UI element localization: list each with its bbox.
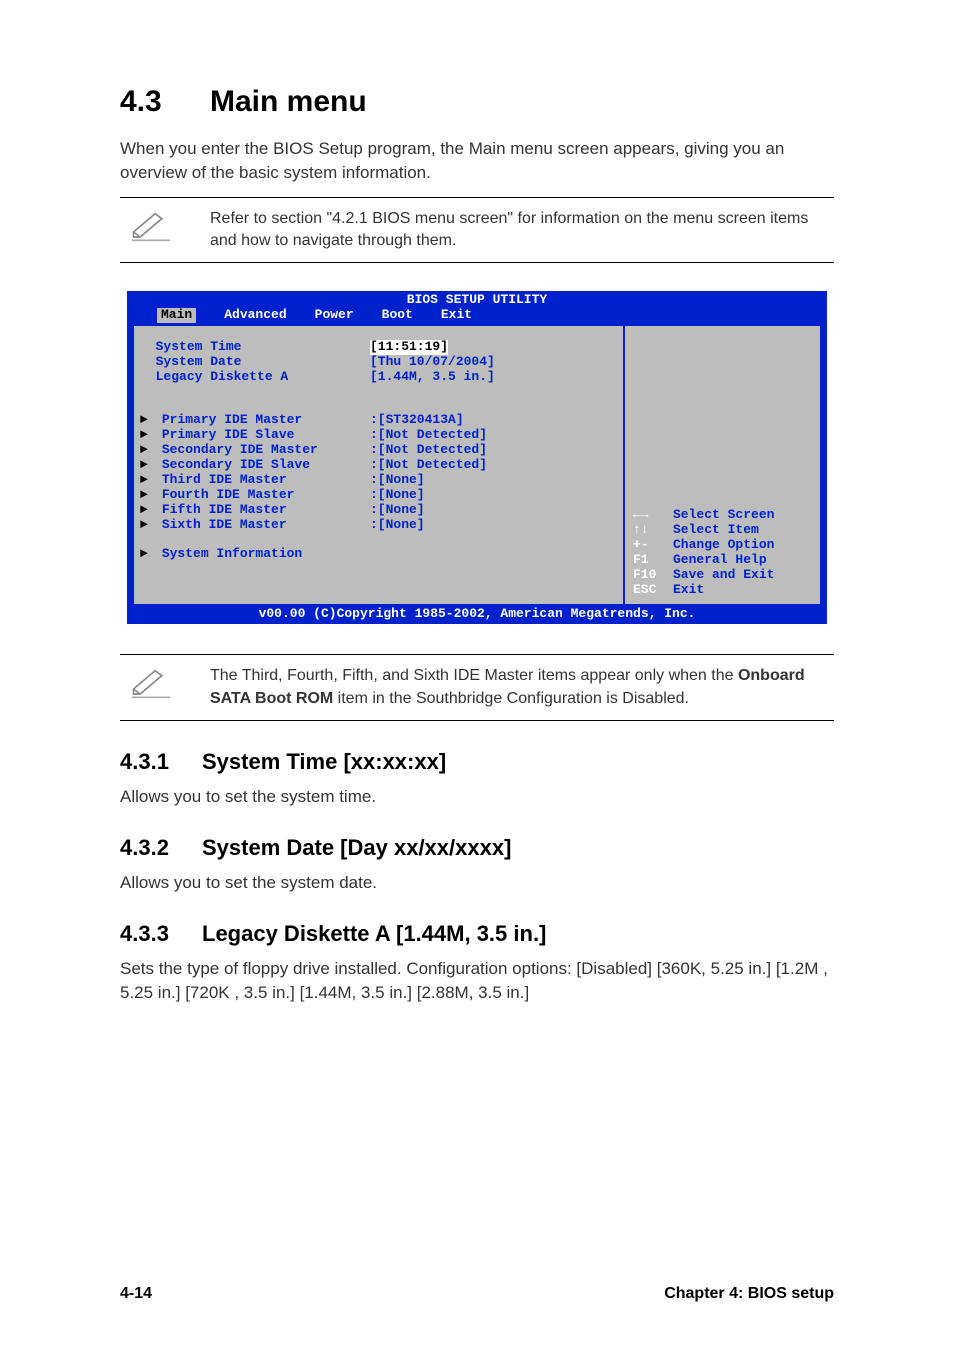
bios-menu-bar: Main Advanced Power Boot Exit (127, 308, 827, 326)
section-heading: 4.3Main menu (120, 85, 834, 119)
tab-advanced[interactable]: Advanced (224, 308, 286, 323)
section-title: Main menu (210, 85, 367, 118)
bios-screenshot: BIOS SETUP UTILITY Main Advanced Power B… (127, 291, 827, 624)
bios-main-panel: System Time [11:51:19] System Date [Thu … (134, 326, 625, 603)
help-save-exit: F10Save and Exit (633, 568, 812, 583)
subsection-number: 4.3.3 (120, 921, 202, 947)
triangle-icon: ► (140, 458, 154, 473)
note-block-2: The Third, Fourth, Fifth, and Sixth IDE … (120, 654, 834, 721)
subsection-title: Legacy Diskette A [1.44M, 3.5 in.] (202, 921, 546, 946)
chapter-label: Chapter 4: BIOS setup (664, 1285, 834, 1303)
row-system-time[interactable]: System Time [11:51:19] (140, 340, 617, 355)
subsection-body-3: Sets the type of floppy drive installed.… (120, 957, 834, 1005)
help-select-screen: ←→Select Screen (633, 508, 812, 523)
row-system-information[interactable]: ► System Information (140, 547, 617, 562)
page-number: 4-14 (120, 1285, 152, 1303)
pencil-icon (120, 208, 210, 253)
triangle-icon: ► (140, 518, 154, 533)
subsection-number: 4.3.2 (120, 835, 202, 861)
row-fifth-ide-master[interactable]: ► Fifth IDE Master :[None] (140, 503, 617, 518)
tab-exit[interactable]: Exit (441, 308, 472, 323)
subsection-body-2: Allows you to set the system date. (120, 871, 834, 895)
row-fourth-ide-master[interactable]: ► Fourth IDE Master :[None] (140, 488, 617, 503)
note-text-2: The Third, Fourth, Fifth, and Sixth IDE … (210, 665, 834, 710)
row-system-date[interactable]: System Date [Thu 10/07/2004] (140, 355, 617, 370)
subsection-heading-2: 4.3.2System Date [Day xx/xx/xxxx] (120, 835, 834, 861)
help-general-help: F1General Help (633, 553, 812, 568)
note-text-1: Refer to section "4.2.1 BIOS menu screen… (210, 208, 834, 253)
subsection-body-1: Allows you to set the system time. (120, 785, 834, 809)
triangle-icon: ► (140, 473, 154, 488)
help-exit: ESCExit (633, 583, 812, 598)
subsection-title: System Date [Day xx/xx/xxxx] (202, 835, 511, 860)
section-number: 4.3 (120, 85, 210, 119)
row-primary-ide-master[interactable]: ► Primary IDE Master :[ST320413A] (140, 413, 617, 428)
help-select-item: ↑↓Select Item (633, 523, 812, 538)
subsection-heading-1: 4.3.1System Time [xx:xx:xx] (120, 749, 834, 775)
row-secondary-ide-slave[interactable]: ► Secondary IDE Slave :[Not Detected] (140, 458, 617, 473)
subsection-title: System Time [xx:xx:xx] (202, 749, 446, 774)
pencil-icon (120, 665, 210, 710)
triangle-icon: ► (140, 443, 154, 458)
bios-help-panel: ←→Select Screen ↑↓Select Item +-Change O… (625, 326, 820, 603)
triangle-icon: ► (140, 503, 154, 518)
row-legacy-diskette[interactable]: Legacy Diskette A [1.44M, 3.5 in.] (140, 370, 617, 385)
bios-copyright: v00.00 (C)Copyright 1985-2002, American … (127, 604, 827, 625)
help-change-option: +-Change Option (633, 538, 812, 553)
note-block-1: Refer to section "4.2.1 BIOS menu screen… (120, 197, 834, 264)
triangle-icon: ► (140, 488, 154, 503)
tab-main[interactable]: Main (157, 308, 196, 323)
triangle-icon: ► (140, 413, 154, 428)
bios-title: BIOS SETUP UTILITY (127, 291, 827, 308)
row-third-ide-master[interactable]: ► Third IDE Master :[None] (140, 473, 617, 488)
tab-boot[interactable]: Boot (382, 308, 413, 323)
row-primary-ide-slave[interactable]: ► Primary IDE Slave :[Not Detected] (140, 428, 617, 443)
tab-power[interactable]: Power (315, 308, 354, 323)
subsection-number: 4.3.1 (120, 749, 202, 775)
subsection-heading-3: 4.3.3Legacy Diskette A [1.44M, 3.5 in.] (120, 921, 834, 947)
triangle-icon: ► (140, 428, 154, 443)
triangle-icon: ► (140, 547, 154, 562)
row-secondary-ide-master[interactable]: ► Secondary IDE Master :[Not Detected] (140, 443, 617, 458)
page-footer: 4-14 Chapter 4: BIOS setup (120, 1285, 834, 1303)
row-sixth-ide-master[interactable]: ► Sixth IDE Master :[None] (140, 518, 617, 533)
intro-paragraph: When you enter the BIOS Setup program, t… (120, 137, 834, 185)
